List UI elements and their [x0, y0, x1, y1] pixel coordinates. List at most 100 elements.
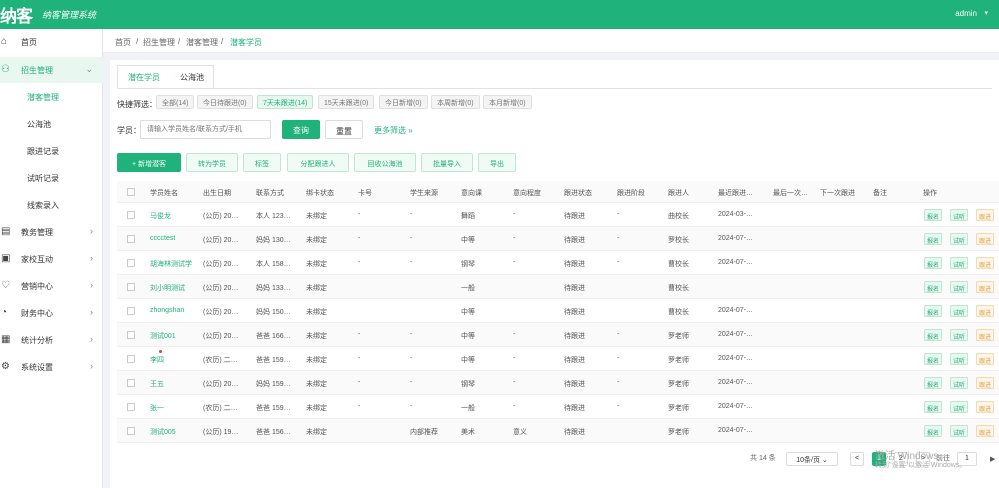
sidebar-sub-follow[interactable]: 跟进记录: [0, 138, 103, 164]
search-input[interactable]: [140, 120, 271, 139]
trial-button[interactable]: 试听: [950, 209, 969, 221]
breadcrumb-item[interactable]: 招生管理: [143, 37, 175, 48]
add-lead-button[interactable]: + 新增潜客: [117, 153, 181, 172]
chip-15days[interactable]: 15天未跟进(0): [318, 95, 375, 109]
chip-all[interactable]: 全部(14): [156, 95, 195, 109]
chip-7days[interactable]: 7天未跟进(14): [257, 95, 314, 109]
trial-button[interactable]: 试听: [950, 233, 969, 245]
trial-button[interactable]: 试听: [950, 305, 969, 317]
breadcrumb-item[interactable]: 潜客管理: [186, 37, 218, 48]
tag-button[interactable]: 标签: [243, 153, 281, 172]
enroll-button[interactable]: 报名: [924, 353, 943, 365]
export-button[interactable]: 导出: [478, 153, 516, 172]
table-row[interactable]: 刘小明测试 (公历) 20… 妈妈 133… 未绑定 一般 待跟进 曹校长 报名 试听 跟进: [117, 275, 999, 299]
cell-name[interactable]: 李四: [150, 355, 164, 365]
table-row[interactable]: 李四 (农历) 二… 爸爸 159… 未绑定 - - 中等 - 待跟进 - 罗老师 2024-07-……: [117, 347, 999, 371]
trial-button[interactable]: 试听: [950, 329, 969, 341]
follow-button[interactable]: 跟进: [976, 257, 995, 269]
row-checkbox[interactable]: [127, 355, 135, 363]
row-checkbox[interactable]: [127, 283, 135, 291]
cell-name[interactable]: 马俊龙: [150, 211, 171, 221]
enroll-button[interactable]: 报名: [924, 257, 943, 269]
assign-button[interactable]: 分配跟进人: [287, 153, 349, 172]
cell-name[interactable]: zhongshan: [150, 307, 184, 314]
row-checkbox[interactable]: [127, 379, 135, 387]
follow-button[interactable]: 跟进: [976, 329, 995, 341]
chip-today-follow[interactable]: 今日待跟进(0): [197, 95, 253, 109]
sidebar-item-stats[interactable]: ▦ 统计分析 ›: [0, 327, 103, 353]
chip-week-new[interactable]: 本周新增(0): [431, 95, 480, 109]
tab-leads[interactable]: 潜在学员: [120, 66, 168, 88]
follow-button[interactable]: 跟进: [976, 401, 995, 413]
sidebar-item-marketing[interactable]: ♡ 营销中心 ›: [0, 273, 103, 299]
cell-name[interactable]: 测试001: [150, 331, 176, 341]
sidebar-item-academic[interactable]: ▤ 教务管理 ›: [0, 219, 103, 245]
row-checkbox[interactable]: [127, 235, 135, 243]
enroll-button[interactable]: 报名: [924, 305, 943, 317]
row-checkbox[interactable]: [127, 211, 135, 219]
convert-student-button[interactable]: 转为学员: [186, 153, 238, 172]
enroll-button[interactable]: 报名: [924, 425, 943, 437]
sidebar-item-finance[interactable]: ◔ 财务中心 ›: [0, 300, 103, 326]
table-row[interactable]: 测试001 (公历) 20… 爸爸 166… 未绑定 - - 中等 - 待跟进 - 罗老师 2024-…: [117, 323, 999, 347]
cell-name[interactable]: cccctest: [150, 235, 175, 242]
row-checkbox[interactable]: [127, 331, 135, 339]
enroll-button[interactable]: 报名: [924, 209, 943, 221]
chip-month-new[interactable]: 本月新增(0): [483, 95, 532, 109]
enroll-button[interactable]: 报名: [924, 233, 943, 245]
table-row[interactable]: 王五 (公历) 20… 妈妈 159… 未绑定 - - 钢琴 - 待跟进 - 罗老师 2024-07-…: [117, 371, 999, 395]
cell-name[interactable]: 测试005: [150, 427, 176, 437]
table-row[interactable]: 马俊龙 (公历) 20… 本人 123… 未绑定 - - 舞蹈 - 待跟进 - 曲校长 2024-03…: [117, 203, 999, 227]
cell-name[interactable]: 胡海林测试学: [150, 259, 192, 269]
reset-button[interactable]: 重置: [325, 120, 363, 139]
trial-button[interactable]: 试听: [950, 257, 969, 269]
cell-name[interactable]: 刘小明测试: [150, 283, 185, 293]
sidebar-sub-entry[interactable]: 线索录入: [0, 192, 103, 218]
sidebar-item-interaction[interactable]: ▣ 家校互动 ›: [0, 246, 103, 272]
enroll-button[interactable]: 报名: [924, 377, 943, 389]
more-filter-link[interactable]: 更多筛选 »: [374, 125, 413, 136]
sidebar-item-enrollment[interactable]: ⚇ 招生管理 ⌄: [0, 57, 103, 83]
row-checkbox[interactable]: [127, 307, 135, 315]
cell-name[interactable]: 王五: [150, 379, 164, 389]
sidebar-sub-pool[interactable]: 公海池: [0, 111, 103, 137]
sidebar-sub-trial[interactable]: 试听记录: [0, 165, 103, 191]
enroll-button[interactable]: 报名: [924, 281, 943, 293]
follow-button[interactable]: 跟进: [976, 377, 995, 389]
follow-button[interactable]: 跟进: [976, 233, 995, 245]
row-checkbox[interactable]: [127, 259, 135, 267]
sidebar-sub-leads[interactable]: 潜客管理: [0, 84, 103, 110]
table-row[interactable]: cccctest (公历) 20… 妈妈 130… 未绑定 - - 中等 - 待跟进 - 罗校长 20…: [117, 227, 999, 251]
prev-page-button[interactable]: <: [850, 452, 864, 466]
query-button[interactable]: 查询: [282, 120, 320, 139]
user-menu[interactable]: admin: [955, 9, 977, 18]
chip-today-new[interactable]: 今日新增(0): [379, 95, 428, 109]
table-row[interactable]: 测试005 (公历) 19… 爸爸 156… 未绑定 内部推荐 美术 意义 待跟进 罗老师 202…: [117, 419, 999, 443]
trial-button[interactable]: 试听: [950, 425, 969, 437]
follow-button[interactable]: 跟进: [976, 425, 995, 437]
trial-button[interactable]: 试听: [950, 401, 969, 413]
select-all-checkbox[interactable]: [127, 188, 135, 196]
import-button[interactable]: 批量导入: [421, 153, 473, 172]
tab-pool[interactable]: 公海池: [172, 66, 212, 88]
cell-name[interactable]: 张一: [150, 403, 164, 413]
table-row[interactable]: 张一 (农历) 二… 爸爸 159… 未绑定 - - 一般 - 待跟进 - 罗老师 2024-07-……: [117, 395, 999, 419]
sidebar-item-home[interactable]: ⌂ 首页: [0, 29, 103, 55]
enroll-button[interactable]: 报名: [924, 329, 943, 341]
follow-button[interactable]: 跟进: [976, 353, 995, 365]
breadcrumb-item[interactable]: 首页: [115, 37, 131, 48]
sidebar-item-settings[interactable]: ⚙ 系统设置 ›: [0, 354, 103, 380]
follow-button[interactable]: 跟进: [976, 209, 995, 221]
recycle-button[interactable]: 回收公海池: [354, 153, 416, 172]
page-size-select[interactable]: 10条/页 ⌄: [786, 452, 838, 466]
chevron-down-icon[interactable]: ▾: [984, 9, 988, 17]
row-checkbox[interactable]: [127, 403, 135, 411]
enroll-button[interactable]: 报名: [924, 401, 943, 413]
trial-button[interactable]: 试听: [950, 353, 969, 365]
trial-button[interactable]: 试听: [950, 377, 969, 389]
scroll-right-icon[interactable]: ▶: [990, 455, 995, 463]
table-row[interactable]: zhongshan (公历) 20… 妈妈 150… 未绑定 中等 待跟进 曹校长 2024-…: [117, 299, 999, 323]
follow-button[interactable]: 跟进: [976, 281, 995, 293]
table-row[interactable]: 胡海林测试学 (公历) 20… 本人 158… 未绑定 - - 钢琴 - 待跟进 - 曹校长 2024…: [117, 251, 999, 275]
trial-button[interactable]: 试听: [950, 281, 969, 293]
